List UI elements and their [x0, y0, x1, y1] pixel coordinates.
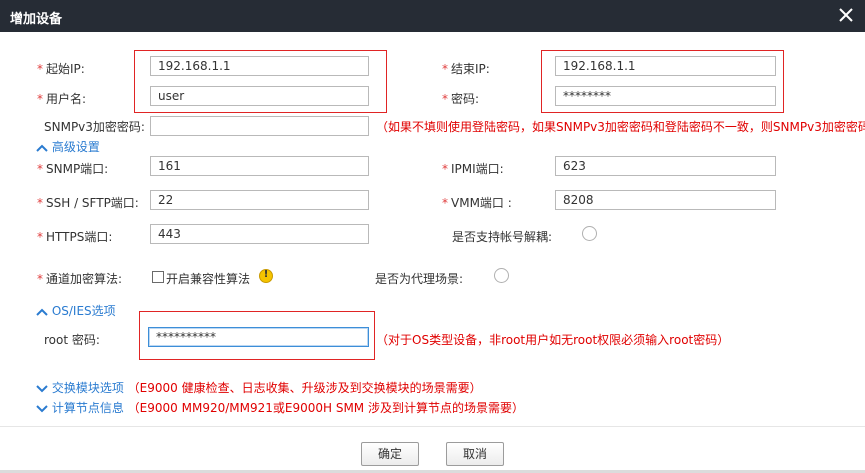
proxy-scenario-radio[interactable] — [494, 268, 509, 283]
root-password-note: （对于OS类型设备，非root用户如无root权限必须输入root密码） — [376, 333, 730, 347]
snmpv3-password-label: SNMPv3加密密码: — [44, 120, 145, 134]
end-ip-label: * 结束IP: — [442, 62, 490, 76]
advanced-settings-label: 高级设置 — [51, 140, 100, 154]
cancel-button[interactable]: 取消 — [446, 442, 504, 466]
dialog-titlebar: 增加设备 — [0, 0, 865, 32]
ssh-port-label: * SSH / SFTP端口: — [37, 196, 139, 210]
username-label: * 用户名: — [37, 92, 87, 106]
advanced-settings-toggle[interactable]: 高级设置 — [36, 138, 100, 155]
switch-module-note: （E9000 健康检查、日志收集、升级涉及到交换模块的场景需要） — [127, 381, 482, 395]
vmm-port-input[interactable] — [555, 190, 776, 210]
start-ip-input[interactable] — [150, 56, 369, 76]
compute-node-note: （E9000 MM920/MM921或E9000H SMM 涉及到计算节点的场景… — [127, 401, 524, 415]
root-password-input[interactable] — [148, 327, 369, 347]
close-icon[interactable] — [837, 6, 855, 24]
chevron-down-icon — [36, 384, 48, 392]
ok-button[interactable]: 确定 — [361, 442, 419, 466]
chevron-down-icon — [36, 404, 48, 412]
username-input[interactable] — [150, 86, 369, 106]
channel-encryption-label: * 通道加密算法: — [37, 272, 123, 286]
account-decouple-radio[interactable] — [582, 226, 597, 241]
end-ip-input[interactable] — [555, 56, 776, 76]
compute-node-toggle[interactable]: 计算节点信息 （E9000 MM920/MM921或E9000H SMM 涉及到… — [36, 399, 524, 416]
os-ies-options-toggle[interactable]: OS/IES选项 — [36, 302, 116, 319]
snmpv3-password-input[interactable] — [150, 116, 369, 136]
compat-algorithm-label: 开启兼容性算法 — [166, 272, 251, 286]
snmp-port-input[interactable] — [150, 156, 369, 176]
compute-node-label: 计算节点信息 — [51, 401, 124, 415]
start-ip-label: * 起始IP: — [37, 62, 85, 76]
https-port-label: * HTTPS端口: — [37, 230, 113, 244]
vmm-port-label: * VMM端口 : — [442, 196, 512, 210]
chevron-up-icon — [36, 308, 48, 316]
proxy-scenario-label: 是否为代理场景: — [375, 272, 464, 286]
account-decouple-label: 是否支持帐号解耦: — [452, 230, 553, 244]
ssh-port-input[interactable] — [150, 190, 369, 210]
snmpv3-note: （如果不填则使用登陆密码，如果SNMPv3加密密码和登陆密码不一致，则SNMPv… — [376, 120, 865, 134]
ipmi-port-input[interactable] — [555, 156, 776, 176]
snmp-port-label: * SNMP端口: — [37, 162, 109, 176]
warning-icon[interactable]: ! — [259, 269, 273, 283]
password-label: * 密码: — [442, 92, 480, 106]
chevron-up-icon — [36, 144, 48, 152]
password-input[interactable] — [555, 86, 776, 106]
https-port-input[interactable] — [150, 224, 369, 244]
root-password-label: root 密码: — [44, 333, 100, 347]
switch-module-toggle[interactable]: 交换模块选项 （E9000 健康检查、日志收集、升级涉及到交换模块的场景需要） — [36, 379, 482, 396]
dialog-title: 增加设备 — [10, 12, 63, 27]
compat-algorithm-checkbox[interactable] — [152, 271, 164, 283]
os-ies-options-label: OS/IES选项 — [51, 304, 116, 318]
footer-divider — [0, 426, 865, 427]
ipmi-port-label: * IPMI端口: — [442, 162, 504, 176]
switch-module-label: 交换模块选项 — [51, 381, 124, 395]
